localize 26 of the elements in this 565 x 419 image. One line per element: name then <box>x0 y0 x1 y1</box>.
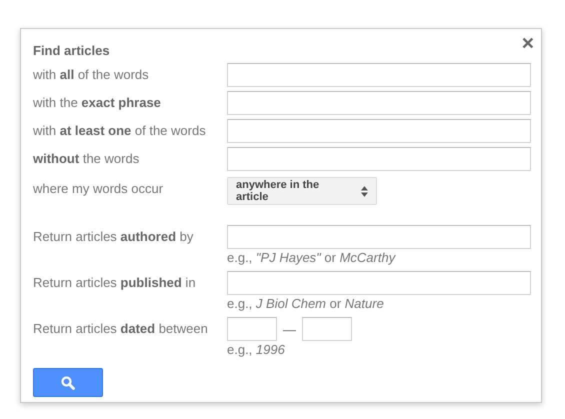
field-label: where my words occur <box>33 180 164 198</box>
field-label: Return articles dated between <box>33 320 209 338</box>
example-hint: e.g., J Biol Chem or Nature <box>227 295 384 313</box>
close-button[interactable]: × <box>522 32 534 56</box>
dialog-title: Find articles <box>33 42 111 60</box>
field-label: Return articles authored by <box>33 228 194 246</box>
input-field[interactable] <box>227 271 531 295</box>
input-field[interactable] <box>227 147 531 171</box>
field-label: with the exact phrase <box>33 94 162 112</box>
input-field[interactable] <box>227 225 531 249</box>
field-label: without the words <box>33 150 140 168</box>
field-label: with at least one of the words <box>33 122 207 140</box>
dash-separator: — <box>283 322 296 336</box>
field-label: with all of the words <box>33 66 150 84</box>
input-field[interactable] <box>227 317 277 341</box>
search-button[interactable] <box>33 368 103 397</box>
search-icon <box>61 376 75 390</box>
example-hint: e.g., "PJ Hayes" or McCarthy <box>227 249 396 267</box>
input-field[interactable] <box>227 119 531 143</box>
dropdown[interactable]: anywhere in the article <box>227 177 377 205</box>
field-label: Return articles published in <box>33 274 197 292</box>
up-down-arrow-icon <box>361 186 368 196</box>
input-field[interactable] <box>227 63 531 87</box>
input-field[interactable] <box>302 317 352 341</box>
example-hint: e.g., 1996 <box>227 341 285 359</box>
input-field[interactable] <box>227 91 531 115</box>
